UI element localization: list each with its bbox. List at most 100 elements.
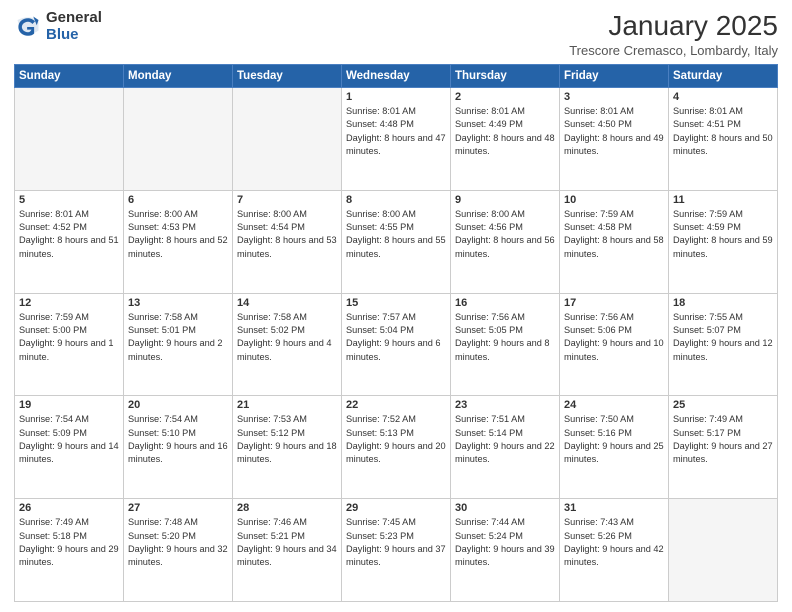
- day-number: 20: [128, 399, 228, 411]
- title-block: January 2025 Trescore Cremasco, Lombardy…: [569, 10, 778, 58]
- cell-w3-d2: 14 Sunrise: 7:58 AMSunset: 5:02 PMDayligh…: [233, 293, 342, 396]
- day-info: Sunrise: 7:59 AMSunset: 4:59 PMDaylight:…: [673, 208, 773, 261]
- day-number: 1: [346, 91, 446, 103]
- day-number: 14: [237, 297, 337, 309]
- day-info: Sunrise: 7:53 AMSunset: 5:12 PMDaylight:…: [237, 413, 337, 466]
- day-number: 5: [19, 194, 119, 206]
- day-info: Sunrise: 7:54 AMSunset: 5:09 PMDaylight:…: [19, 413, 119, 466]
- day-number: 30: [455, 502, 555, 514]
- week-row-5: 26 Sunrise: 7:49 AMSunset: 5:18 PMDayligh…: [15, 499, 778, 602]
- day-number: 2: [455, 91, 555, 103]
- cell-w5-d4: 30 Sunrise: 7:44 AMSunset: 5:24 PMDayligh…: [451, 499, 560, 602]
- col-monday: Monday: [124, 65, 233, 88]
- week-row-4: 19 Sunrise: 7:54 AMSunset: 5:09 PMDayligh…: [15, 396, 778, 499]
- day-number: 12: [19, 297, 119, 309]
- day-number: 22: [346, 399, 446, 411]
- day-number: 6: [128, 194, 228, 206]
- cell-w5-d2: 28 Sunrise: 7:46 AMSunset: 5:21 PMDayligh…: [233, 499, 342, 602]
- day-number: 16: [455, 297, 555, 309]
- day-info: Sunrise: 7:59 AMSunset: 5:00 PMDaylight:…: [19, 311, 119, 364]
- day-number: 28: [237, 502, 337, 514]
- calendar-table: Sunday Monday Tuesday Wednesday Thursday…: [14, 64, 778, 602]
- col-sunday: Sunday: [15, 65, 124, 88]
- cell-w3-d4: 16 Sunrise: 7:56 AMSunset: 5:05 PMDayligh…: [451, 293, 560, 396]
- day-info: Sunrise: 7:48 AMSunset: 5:20 PMDaylight:…: [128, 516, 228, 569]
- day-info: Sunrise: 7:49 AMSunset: 5:17 PMDaylight:…: [673, 413, 773, 466]
- col-tuesday: Tuesday: [233, 65, 342, 88]
- day-info: Sunrise: 8:00 AMSunset: 4:53 PMDaylight:…: [128, 208, 228, 261]
- day-number: 24: [564, 399, 664, 411]
- cell-w3-d0: 12 Sunrise: 7:59 AMSunset: 5:00 PMDayligh…: [15, 293, 124, 396]
- cell-w2-d2: 7 Sunrise: 8:00 AMSunset: 4:54 PMDaylight…: [233, 190, 342, 293]
- day-number: 7: [237, 194, 337, 206]
- cell-w3-d1: 13 Sunrise: 7:58 AMSunset: 5:01 PMDayligh…: [124, 293, 233, 396]
- day-number: 25: [673, 399, 773, 411]
- day-info: Sunrise: 7:57 AMSunset: 5:04 PMDaylight:…: [346, 311, 446, 364]
- day-info: Sunrise: 7:58 AMSunset: 5:01 PMDaylight:…: [128, 311, 228, 364]
- cell-w2-d1: 6 Sunrise: 8:00 AMSunset: 4:53 PMDaylight…: [124, 190, 233, 293]
- cell-w4-d1: 20Sunrise: 7:54 AMSunset: 5:10 PMDayligh…: [124, 396, 233, 499]
- cell-w3-d6: 18 Sunrise: 7:55 AMSunset: 5:07 PMDayligh…: [669, 293, 778, 396]
- day-number: 15: [346, 297, 446, 309]
- cell-w4-d2: 21Sunrise: 7:53 AMSunset: 5:12 PMDayligh…: [233, 396, 342, 499]
- day-info: Sunrise: 8:01 AMSunset: 4:51 PMDaylight:…: [673, 105, 773, 158]
- cell-w2-d4: 9 Sunrise: 8:00 AMSunset: 4:56 PMDaylight…: [451, 190, 560, 293]
- day-info: Sunrise: 8:00 AMSunset: 4:54 PMDaylight:…: [237, 208, 337, 261]
- cell-w4-d5: 24 Sunrise: 7:50 AMSunset: 5:16 PMDayligh…: [560, 396, 669, 499]
- day-info: Sunrise: 8:01 AMSunset: 4:49 PMDaylight:…: [455, 105, 555, 158]
- day-info: Sunrise: 7:56 AMSunset: 5:05 PMDaylight:…: [455, 311, 555, 364]
- week-row-1: 1 Sunrise: 8:01 AMSunset: 4:48 PMDaylight…: [15, 88, 778, 191]
- day-info: Sunrise: 8:00 AMSunset: 4:55 PMDaylight:…: [346, 208, 446, 261]
- cell-w5-d6: [669, 499, 778, 602]
- day-number: 13: [128, 297, 228, 309]
- logo-icon: [14, 13, 42, 41]
- cell-w1-d2: [233, 88, 342, 191]
- header: General Blue January 2025 Trescore Crema…: [14, 10, 778, 58]
- day-info: Sunrise: 7:46 AMSunset: 5:21 PMDaylight:…: [237, 516, 337, 569]
- day-number: 18: [673, 297, 773, 309]
- day-info: Sunrise: 7:52 AMSunset: 5:13 PMDaylight:…: [346, 413, 446, 466]
- day-number: 19: [19, 399, 119, 411]
- day-number: 9: [455, 194, 555, 206]
- day-info: Sunrise: 7:56 AMSunset: 5:06 PMDaylight:…: [564, 311, 664, 364]
- month-title: January 2025: [569, 10, 778, 42]
- cell-w1-d3: 1 Sunrise: 8:01 AMSunset: 4:48 PMDaylight…: [342, 88, 451, 191]
- cell-w1-d5: 3 Sunrise: 8:01 AMSunset: 4:50 PMDaylight…: [560, 88, 669, 191]
- day-info: Sunrise: 8:00 AMSunset: 4:56 PMDaylight:…: [455, 208, 555, 261]
- logo-blue-text: Blue: [46, 27, 102, 44]
- day-info: Sunrise: 8:01 AMSunset: 4:50 PMDaylight:…: [564, 105, 664, 158]
- col-thursday: Thursday: [451, 65, 560, 88]
- cell-w2-d0: 5 Sunrise: 8:01 AMSunset: 4:52 PMDaylight…: [15, 190, 124, 293]
- day-number: 3: [564, 91, 664, 103]
- calendar-header-row: Sunday Monday Tuesday Wednesday Thursday…: [15, 65, 778, 88]
- col-friday: Friday: [560, 65, 669, 88]
- day-number: 23: [455, 399, 555, 411]
- cell-w3-d5: 17 Sunrise: 7:56 AMSunset: 5:06 PMDayligh…: [560, 293, 669, 396]
- logo-general-text: General: [46, 10, 102, 27]
- day-number: 17: [564, 297, 664, 309]
- day-info: Sunrise: 7:55 AMSunset: 5:07 PMDaylight:…: [673, 311, 773, 364]
- cell-w2-d5: 10Sunrise: 7:59 AMSunset: 4:58 PMDayligh…: [560, 190, 669, 293]
- day-info: Sunrise: 7:45 AMSunset: 5:23 PMDaylight:…: [346, 516, 446, 569]
- day-number: 27: [128, 502, 228, 514]
- logo-text: General Blue: [46, 10, 102, 43]
- week-row-3: 12 Sunrise: 7:59 AMSunset: 5:00 PMDayligh…: [15, 293, 778, 396]
- logo: General Blue: [14, 10, 102, 43]
- cell-w3-d3: 15 Sunrise: 7:57 AMSunset: 5:04 PMDayligh…: [342, 293, 451, 396]
- cell-w5-d0: 26 Sunrise: 7:49 AMSunset: 5:18 PMDayligh…: [15, 499, 124, 602]
- day-info: Sunrise: 7:50 AMSunset: 5:16 PMDaylight:…: [564, 413, 664, 466]
- day-info: Sunrise: 8:01 AMSunset: 4:48 PMDaylight:…: [346, 105, 446, 158]
- day-number: 26: [19, 502, 119, 514]
- cell-w2-d6: 11Sunrise: 7:59 AMSunset: 4:59 PMDayligh…: [669, 190, 778, 293]
- cell-w1-d1: [124, 88, 233, 191]
- cell-w2-d3: 8Sunrise: 8:00 AMSunset: 4:55 PMDaylight…: [342, 190, 451, 293]
- day-info: Sunrise: 7:43 AMSunset: 5:26 PMDaylight:…: [564, 516, 664, 569]
- cell-w1-d6: 4Sunrise: 8:01 AMSunset: 4:51 PMDaylight…: [669, 88, 778, 191]
- day-info: Sunrise: 7:58 AMSunset: 5:02 PMDaylight:…: [237, 311, 337, 364]
- day-number: 31: [564, 502, 664, 514]
- cell-w1-d4: 2 Sunrise: 8:01 AMSunset: 4:49 PMDaylight…: [451, 88, 560, 191]
- day-info: Sunrise: 7:44 AMSunset: 5:24 PMDaylight:…: [455, 516, 555, 569]
- day-number: 10: [564, 194, 664, 206]
- day-info: Sunrise: 8:01 AMSunset: 4:52 PMDaylight:…: [19, 208, 119, 261]
- day-info: Sunrise: 7:49 AMSunset: 5:18 PMDaylight:…: [19, 516, 119, 569]
